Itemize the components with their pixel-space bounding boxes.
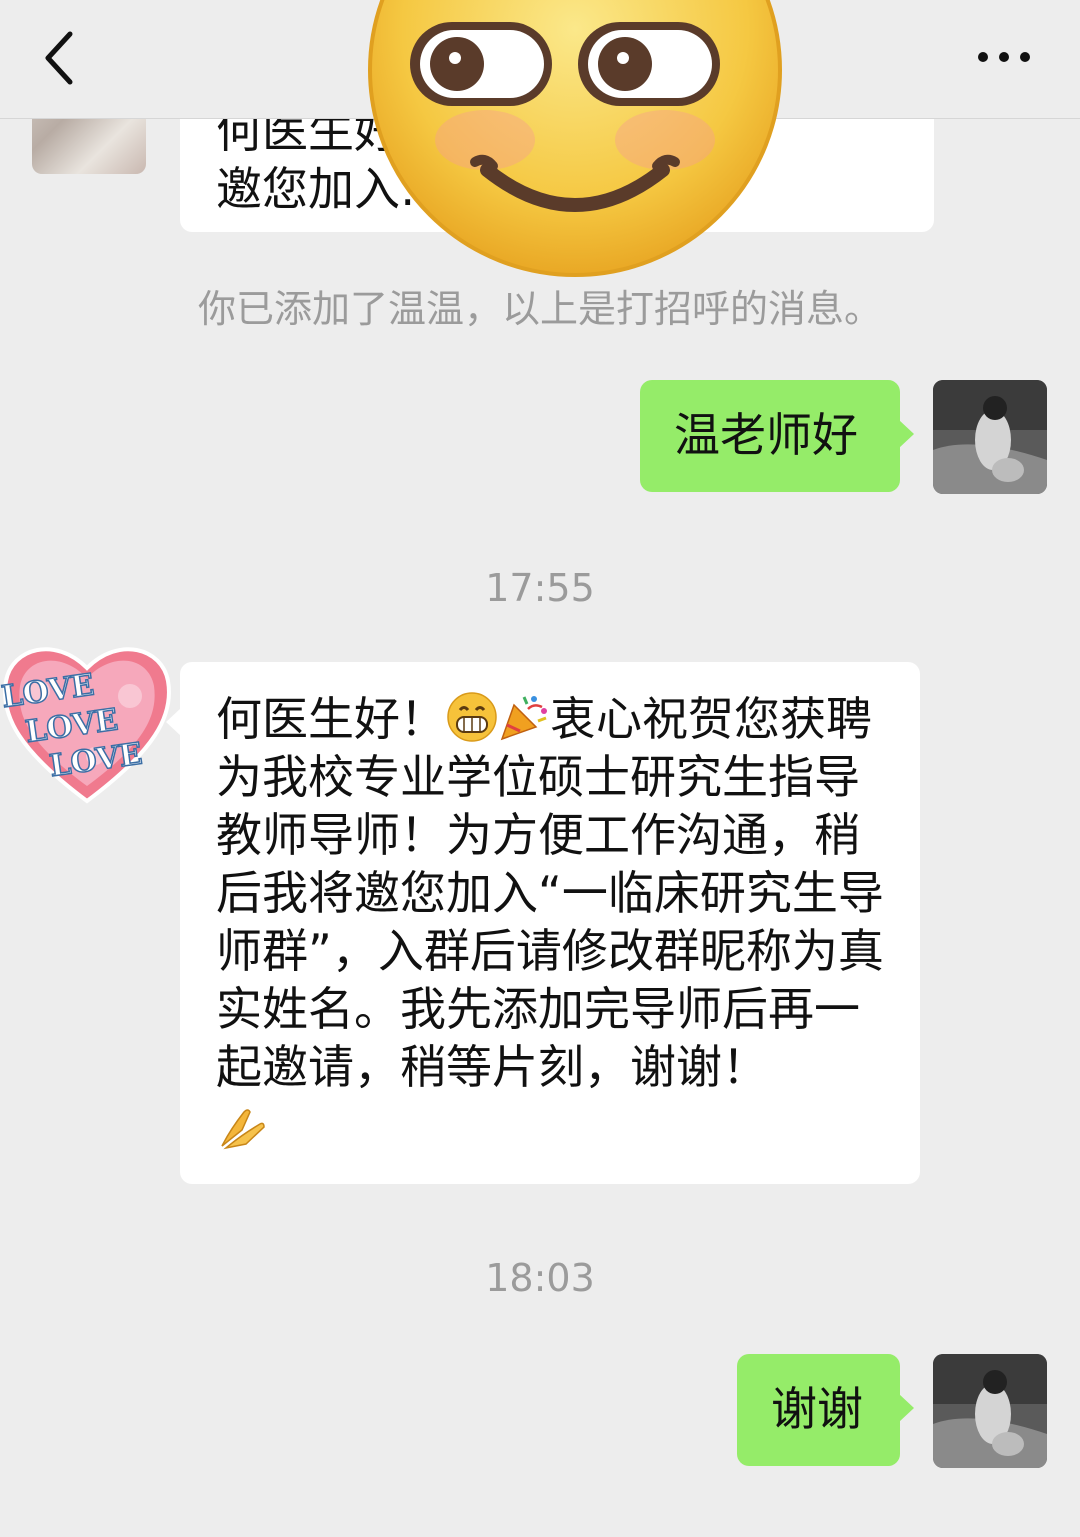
message-bubble-long[interactable]: 何医生好！ 衷心祝贺您获聘为我校专业学位硕士研究生指导教师导师！为方便工作沟通，… — [166, 662, 920, 1184]
avatar-self[interactable] — [933, 380, 1047, 494]
avatar-photo-icon — [933, 380, 1047, 494]
message-body: 衷心祝贺您获聘为我校专业学位硕士研究生指导教师导师！为方便工作沟通，稍后我将邀您… — [216, 692, 884, 1094]
avatar-self-2[interactable] — [933, 1354, 1047, 1468]
grinning-face-icon — [447, 692, 497, 742]
more-dots-icon[interactable] — [975, 48, 1033, 68]
love-heart-avatar[interactable]: LOVE LOVE LOVE — [0, 636, 175, 806]
timestamp-1803: 18:03 — [485, 1256, 595, 1300]
folded-hands-icon — [221, 1109, 265, 1150]
message-text-greeting: 温老师好 — [674, 408, 858, 462]
avatar-photo-icon-2 — [933, 1354, 1047, 1468]
timestamp-1755: 17:55 — [485, 566, 595, 610]
message-text-long: 何医生好！ 衷心祝贺您获聘为我校专业学位硕士研究生指导教师导师！为方便工作沟通，… — [216, 690, 884, 1157]
message-bubble-sent-thanks[interactable]: 谢谢 — [737, 1354, 914, 1466]
message-bubble-sent-greeting[interactable]: 温老师好 — [640, 380, 914, 492]
chevron-left-icon[interactable] — [36, 28, 86, 88]
heart-sticker-icon: LOVE LOVE LOVE — [0, 647, 171, 804]
party-popper-icon — [500, 696, 547, 741]
message-greeting: 何医生好！ — [216, 692, 446, 746]
message-text-thanks: 谢谢 — [771, 1382, 863, 1436]
smirk-face-sticker — [368, 0, 782, 277]
